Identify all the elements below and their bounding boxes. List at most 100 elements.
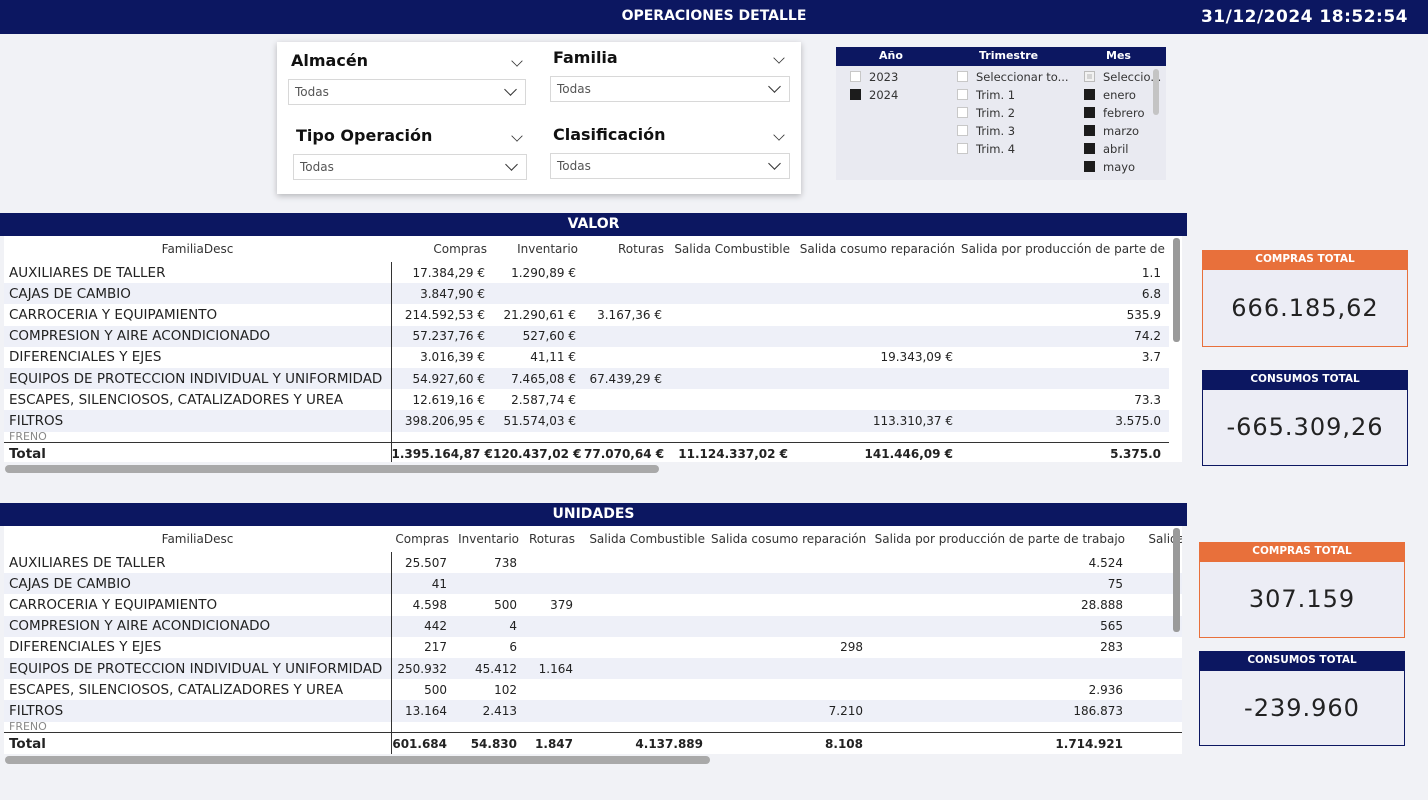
quarter-option[interactable]: Trim. 4 bbox=[957, 142, 1015, 158]
familia-dropdown[interactable]: Todas bbox=[550, 76, 790, 102]
quarter-option[interactable]: Trim. 1 bbox=[957, 88, 1015, 104]
table-cell: 500 bbox=[424, 682, 447, 697]
column-header[interactable]: Salida Combustible bbox=[581, 526, 711, 552]
checkbox-icon[interactable] bbox=[1084, 125, 1095, 136]
table-row[interactable]: FRENO bbox=[4, 721, 1182, 733]
table-row[interactable]: COMPRESION Y AIRE ACONDICIONADO 442 4 565 bbox=[4, 615, 1182, 637]
checkbox-icon[interactable] bbox=[957, 89, 968, 100]
chevron-down-icon[interactable] bbox=[773, 52, 785, 64]
clasificacion-value: Todas bbox=[557, 159, 591, 173]
column-header[interactable]: Roturas bbox=[525, 526, 581, 552]
column-header[interactable]: Roturas bbox=[584, 236, 670, 262]
quarter-option[interactable]: Trim. 2 bbox=[957, 106, 1015, 122]
checkbox-icon[interactable] bbox=[957, 71, 968, 82]
column-header[interactable]: Salida Combustible bbox=[670, 236, 796, 262]
column-header[interactable]: Salida cosumo reparación bbox=[796, 236, 961, 262]
checkbox-icon[interactable] bbox=[957, 143, 968, 154]
table-row[interactable]: DIFERENCIALES Y EJES 3.016,39 € 41,11 € 19.… bbox=[4, 346, 1169, 368]
table-cell bbox=[584, 325, 670, 347]
table-cell bbox=[581, 637, 711, 658]
checkbox-icon[interactable] bbox=[850, 71, 861, 82]
checkbox-icon[interactable] bbox=[1084, 161, 1095, 172]
row-label: CARROCERIA Y EQUIPAMIENTO bbox=[4, 304, 392, 326]
table-cell: 442 bbox=[391, 615, 455, 637]
month-option[interactable]: febrero bbox=[1084, 106, 1145, 122]
table-row[interactable]: EQUIPOS DE PROTECCION INDIVIDUAL Y UNIFO… bbox=[4, 367, 1169, 390]
table-row[interactable]: AUXILIARES DE TALLER 25.507 738 4.524 bbox=[4, 552, 1182, 574]
checkbox-icon[interactable] bbox=[1084, 71, 1095, 82]
table-row[interactable]: CAJAS DE CAMBIO 3.847,90 € 6.8 bbox=[4, 283, 1169, 305]
column-header[interactable]: Compras bbox=[391, 526, 455, 552]
quarter-option-label: Trim. 2 bbox=[976, 106, 1016, 120]
table-row[interactable]: FILTROS 398.206,95 €51.574,03 € 113.310,37… bbox=[4, 410, 1169, 432]
month-option[interactable]: enero bbox=[1084, 88, 1136, 104]
checkbox-icon[interactable] bbox=[1084, 107, 1095, 118]
unidades-vertical-scrollbar[interactable] bbox=[1173, 528, 1180, 632]
table-cell: 51.574,03 € bbox=[493, 410, 584, 432]
checkbox-icon[interactable] bbox=[1084, 89, 1095, 100]
unidades-horizontal-scrollbar[interactable] bbox=[5, 756, 710, 764]
tipo-operacion-dropdown[interactable]: Todas bbox=[293, 154, 527, 180]
chevron-down-icon[interactable] bbox=[511, 55, 523, 67]
year-option[interactable]: 2023 bbox=[850, 70, 898, 86]
table-cell bbox=[796, 325, 961, 347]
table-cell: 73.3 bbox=[1134, 392, 1161, 407]
quarter-option[interactable]: Trim. 3 bbox=[957, 124, 1015, 140]
table-row[interactable]: FRENO bbox=[4, 431, 1169, 443]
column-header[interactable]: FamiliaDesc bbox=[4, 526, 391, 552]
total-cell bbox=[1131, 731, 1182, 754]
slicer-header: Año Trimestre Mes bbox=[836, 47, 1166, 66]
table-cell bbox=[670, 432, 796, 443]
total-cell: 1.395.164,87 € bbox=[391, 441, 493, 462]
month-option[interactable]: Seleccio... bbox=[1084, 70, 1161, 86]
almacen-dropdown[interactable]: Todas bbox=[288, 79, 526, 105]
column-header[interactable]: FamiliaDesc bbox=[4, 236, 391, 262]
column-header[interactable]: Salida por producción de parte de bbox=[961, 236, 1169, 262]
tipo-operacion-label: Tipo Operación bbox=[296, 126, 433, 145]
row-label: FILTROS bbox=[4, 700, 392, 722]
checkbox-icon[interactable] bbox=[1084, 143, 1095, 154]
table-row[interactable]: FILTROS 13.164 2.413 7.210 186.873 bbox=[4, 700, 1182, 722]
table-cell bbox=[493, 432, 584, 443]
clasificacion-dropdown[interactable]: Todas bbox=[550, 153, 790, 179]
year-option-label: 2024 bbox=[869, 88, 899, 102]
table-cell: 214.592,53 € bbox=[404, 307, 485, 322]
table-cell bbox=[1131, 700, 1182, 722]
table-cell: 7.465,08 € bbox=[493, 367, 584, 390]
column-header[interactable]: Inventario bbox=[493, 236, 584, 262]
table-row[interactable]: COMPRESION Y AIRE ACONDICIONADO 57.237,76… bbox=[4, 325, 1169, 347]
table-cell bbox=[391, 722, 455, 733]
checkbox-icon[interactable] bbox=[957, 125, 968, 136]
valor-horizontal-scrollbar[interactable] bbox=[5, 465, 659, 473]
table-row[interactable]: ESCAPES, SILENCIOSOS, CATALIZADORES Y UR… bbox=[4, 679, 1182, 701]
total-cell: 11.124.337,02 € bbox=[670, 441, 796, 462]
month-option[interactable]: abril bbox=[1084, 142, 1128, 158]
table-cell: 535.9 bbox=[1126, 307, 1161, 322]
valor-vertical-scrollbar[interactable] bbox=[1173, 238, 1180, 342]
chevron-down-icon[interactable] bbox=[511, 130, 523, 142]
column-header[interactable]: Salida por producción de parte de trabaj… bbox=[871, 526, 1131, 552]
table-cell: 4 bbox=[455, 615, 525, 637]
table-row[interactable]: CAJAS DE CAMBIO 41 75 bbox=[4, 573, 1182, 595]
quarter-option[interactable]: Seleccionar to... bbox=[957, 70, 1069, 86]
table-row[interactable]: DIFERENCIALES Y EJES 217 6 298 283 bbox=[4, 636, 1182, 658]
column-header[interactable]: Salida cosumo reparación bbox=[711, 526, 871, 552]
month-option-label: marzo bbox=[1103, 124, 1140, 138]
year-option[interactable]: 2024 bbox=[850, 88, 898, 104]
table-row[interactable]: EQUIPOS DE PROTECCION INDIVIDUAL Y UNIFO… bbox=[4, 657, 1182, 680]
table-row[interactable]: ESCAPES, SILENCIOSOS, CATALIZADORES Y UR… bbox=[4, 389, 1169, 411]
row-label: DIFERENCIALES Y EJES bbox=[4, 346, 392, 368]
column-header[interactable]: Inventario bbox=[455, 526, 525, 552]
column-header[interactable]: Compras bbox=[391, 236, 493, 262]
month-option-label: mayo bbox=[1103, 160, 1136, 174]
slicer-scrollbar[interactable] bbox=[1153, 69, 1159, 115]
month-option[interactable]: marzo bbox=[1084, 124, 1139, 140]
chevron-down-icon[interactable] bbox=[773, 129, 785, 141]
row-label: ESCAPES, SILENCIOSOS, CATALIZADORES Y UR… bbox=[4, 389, 392, 411]
checkbox-icon[interactable] bbox=[957, 107, 968, 118]
month-option[interactable]: mayo bbox=[1084, 160, 1135, 176]
table-row[interactable]: AUXILIARES DE TALLER 17.384,29 € 1.290,89 … bbox=[4, 262, 1169, 284]
table-row[interactable]: CARROCERIA Y EQUIPAMIENTO 4.598 500 379 28.8… bbox=[4, 594, 1182, 616]
table-row[interactable]: CARROCERIA Y EQUIPAMIENTO 214.592,53 € 21.… bbox=[4, 304, 1169, 326]
checkbox-icon[interactable] bbox=[850, 89, 861, 100]
